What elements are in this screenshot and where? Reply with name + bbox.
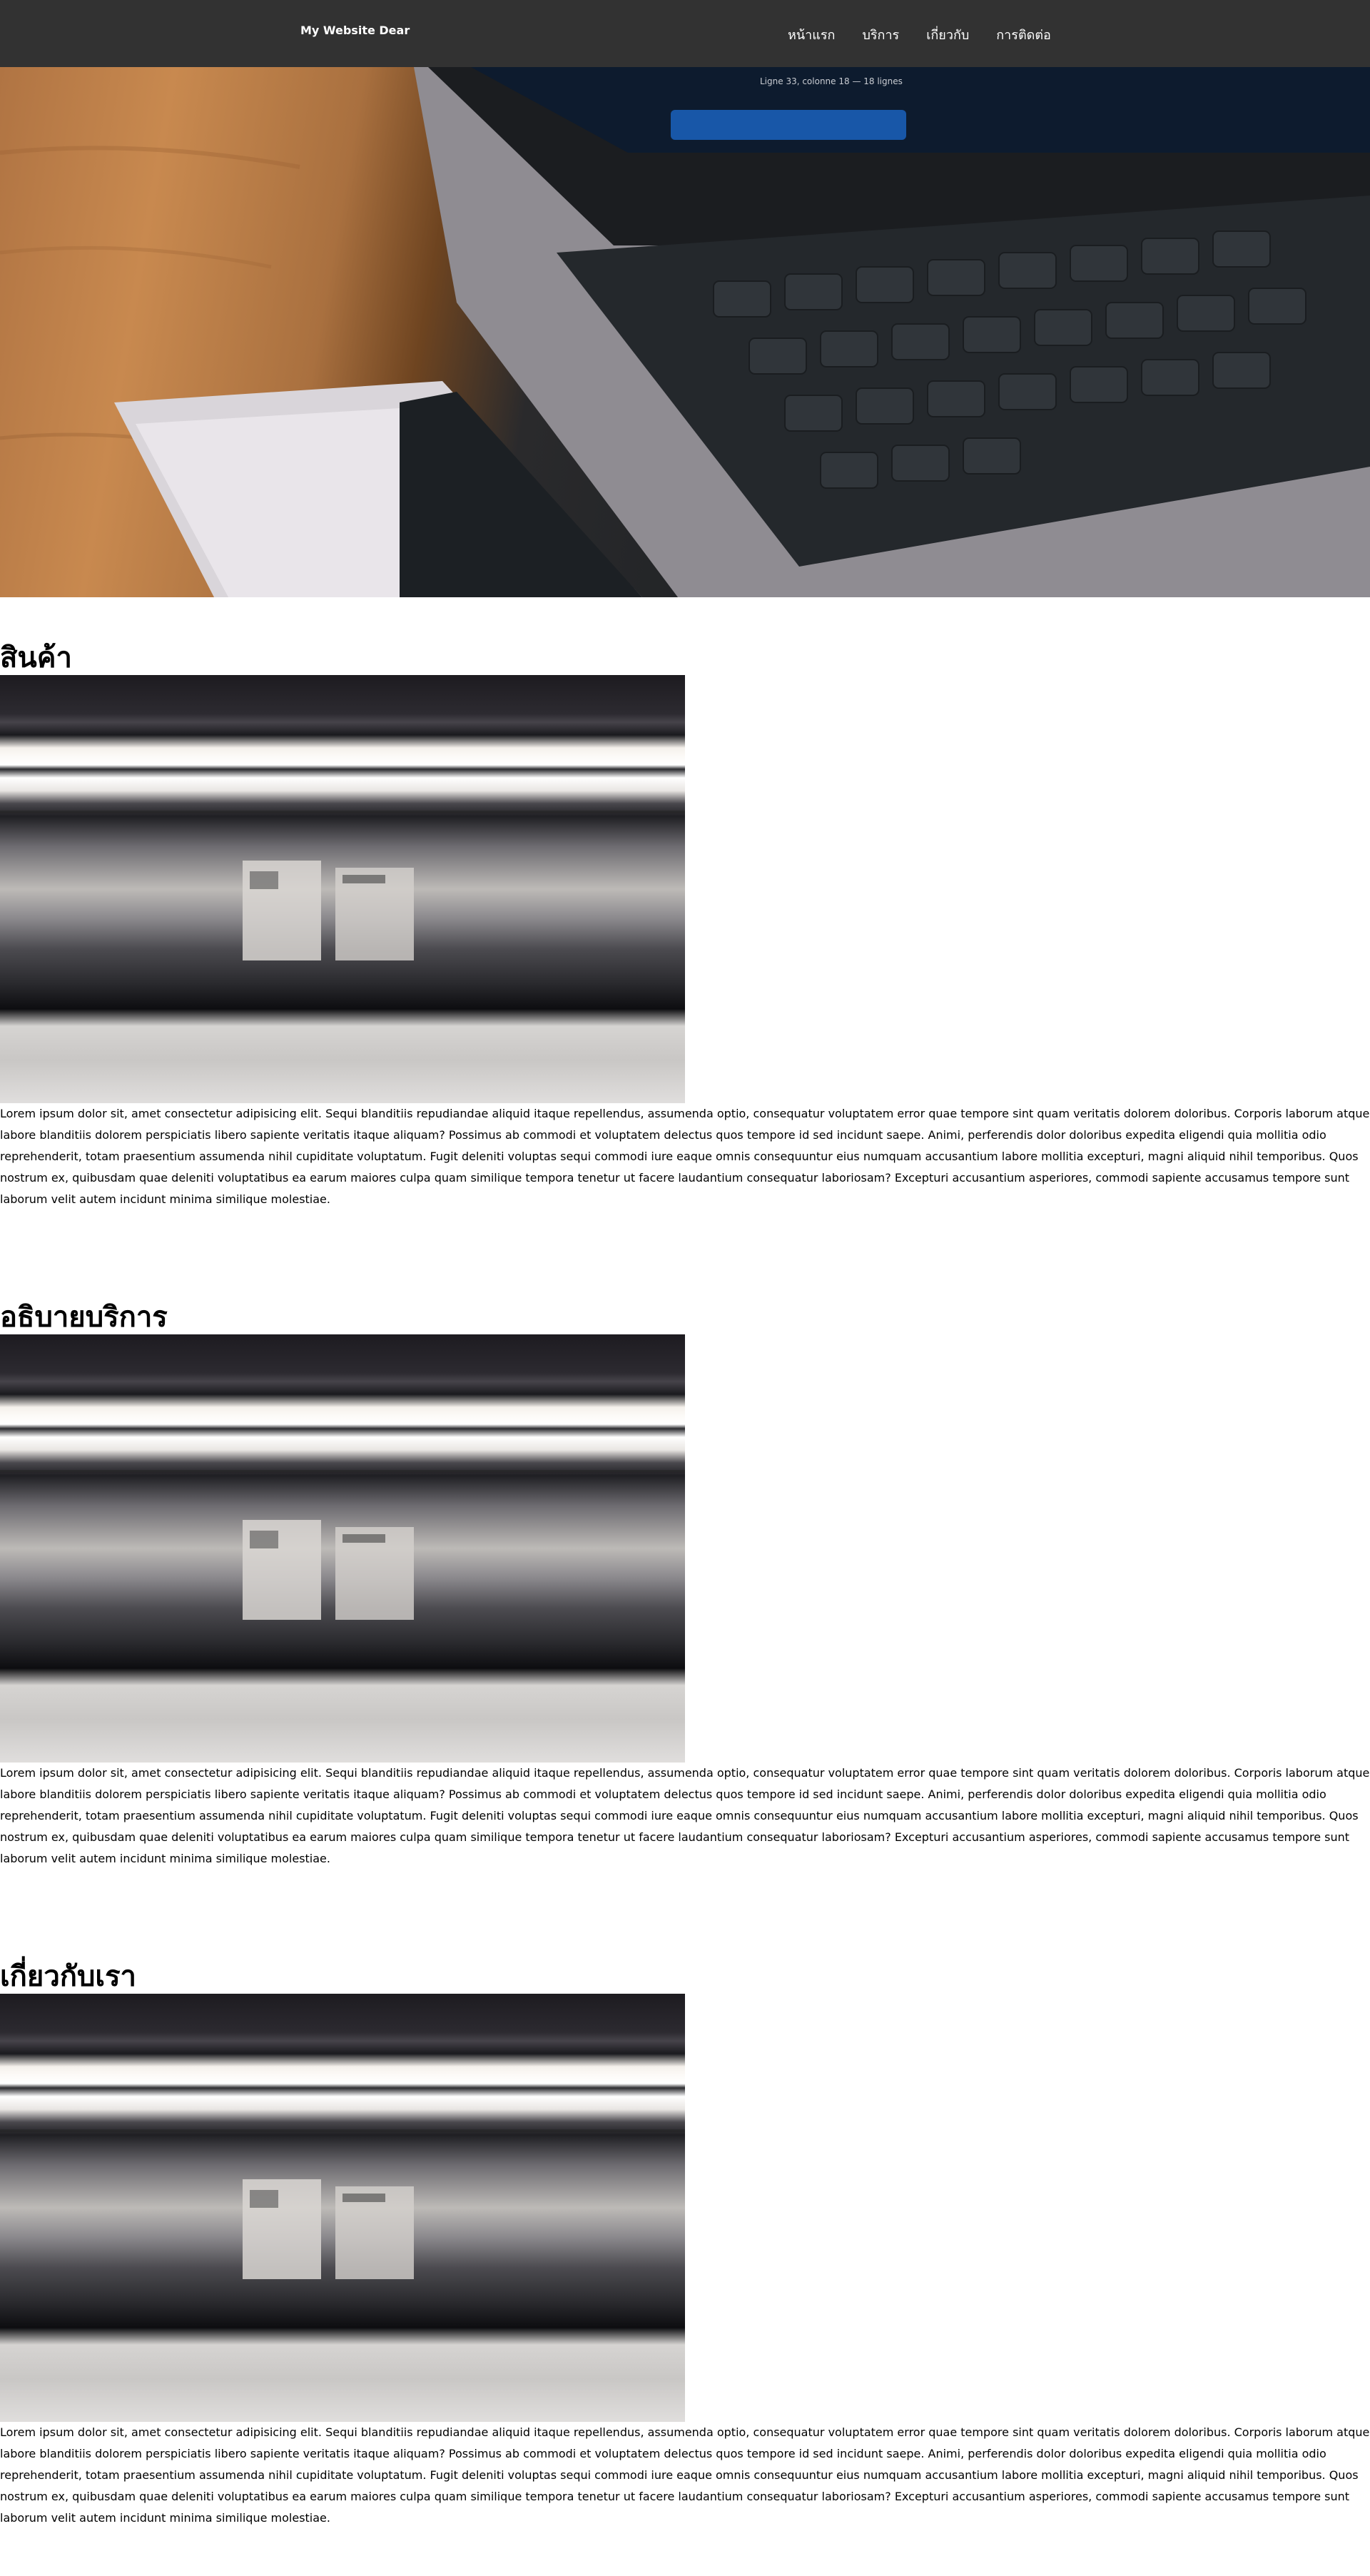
nav-link-services[interactable]: บริการ <box>862 24 899 45</box>
section-title-service-description: อธิบายบริการ <box>0 1301 168 1334</box>
section-title-products: สินค้า <box>0 642 72 674</box>
hero-laptop-illustration: Ligne 33, colonne 18 — 18 lignes <box>0 67 1370 597</box>
section-image-service-description <box>0 1334 685 1763</box>
screen-caption: Ligne 33, colonne 18 — 18 lignes <box>760 76 903 86</box>
screen-dock <box>671 110 906 140</box>
section-body-products: Lorem ipsum dolor sit, amet consectetur … <box>0 1107 1370 1206</box>
section-title-about-us: เกี่ยวกับเรา <box>0 1960 137 1993</box>
navbar: My Website Dear หน้าแรก บริการ เกี่ยวกับ… <box>0 0 1370 67</box>
nav-link-about[interactable]: เกี่ยวกับ <box>926 24 969 45</box>
section-image-about-us <box>0 1994 685 2422</box>
nav-menu: หน้าแรก บริการ เกี่ยวกับ การติดต่อ <box>788 24 1051 45</box>
train-motion-illustration <box>0 811 685 960</box>
section-body-service-description: Lorem ipsum dolor sit, amet consectetur … <box>0 1766 1370 1865</box>
train-motion-illustration <box>0 1470 685 1620</box>
section-image-products <box>0 675 685 1103</box>
nav-link-contact[interactable]: การติดต่อ <box>996 24 1051 45</box>
hero-image: Ligne 33, colonne 18 — 18 lignes <box>0 67 1370 597</box>
nav-link-home[interactable]: หน้าแรก <box>788 24 835 45</box>
section-body-about-us: Lorem ipsum dolor sit, amet consectetur … <box>0 2425 1370 2525</box>
brand-logo-link[interactable]: My Website Dear <box>300 24 410 37</box>
train-motion-illustration <box>0 2129 685 2279</box>
